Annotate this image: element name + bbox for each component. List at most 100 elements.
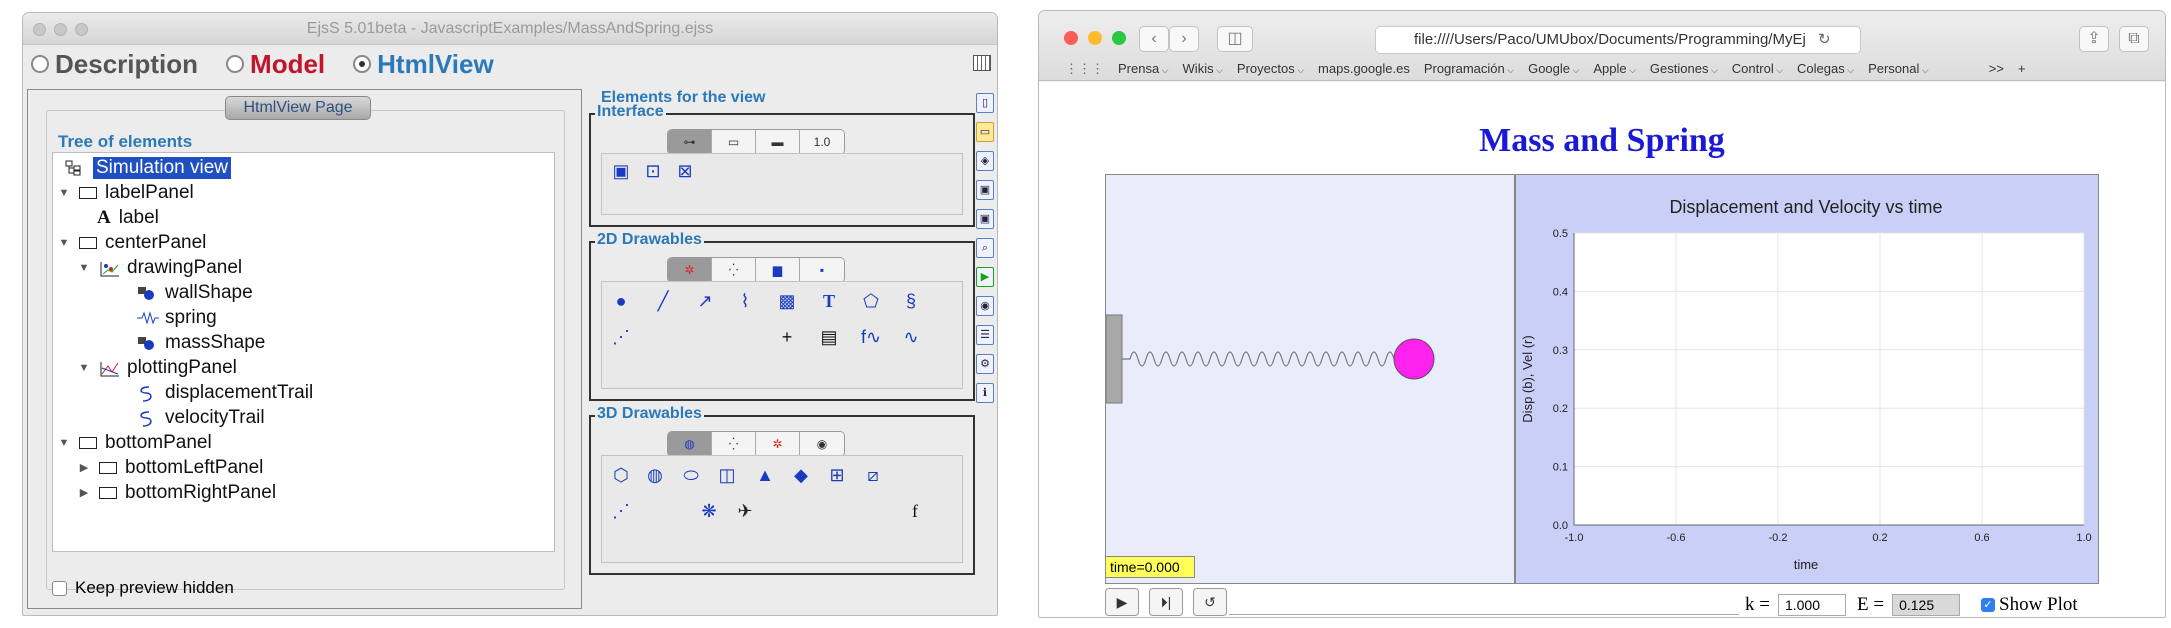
tree-item-bottomrightpanel[interactable]: ▶ bottomRightPanel xyxy=(53,480,554,505)
tree-item-label[interactable]: A label xyxy=(53,205,554,230)
play-button[interactable]: ▶ xyxy=(1105,588,1139,616)
particles-tab-icon[interactable]: ⁛ xyxy=(712,258,756,282)
share-icon[interactable]: ⇪ xyxy=(2079,26,2109,52)
image-tab-icon[interactable]: ▆ xyxy=(756,258,800,282)
cylinder-tool-icon[interactable]: ◫ xyxy=(714,464,740,486)
window-tab-icon[interactable]: ▭ xyxy=(712,130,756,154)
save-tab-icon[interactable]: ▪ xyxy=(800,258,844,282)
layers-icon[interactable]: ☰ xyxy=(976,325,994,345)
search-icon[interactable]: ⌕ xyxy=(976,238,994,258)
bookmark-item[interactable]: Google xyxy=(1528,61,1579,81)
bookmark-item[interactable]: Personal xyxy=(1868,61,1929,81)
zoom-window-button[interactable] xyxy=(1112,31,1126,45)
surface-tool-icon[interactable]: ⧄ xyxy=(860,464,886,486)
bookmark-item[interactable]: maps.google.es xyxy=(1318,61,1410,81)
new-tab-icon[interactable]: + xyxy=(2018,61,2026,81)
reset-button[interactable]: ↺ xyxy=(1193,588,1227,616)
sphere-tab-icon[interactable]: ◍ xyxy=(668,432,712,456)
new-file-icon[interactable]: ▯ xyxy=(976,93,994,113)
ellipsoid-tool-icon[interactable]: ⬭ xyxy=(678,464,704,486)
address-bar[interactable]: file:////Users/Paco/UMUbox/Documents/Pro… xyxy=(1375,26,1861,54)
run-icon[interactable]: ▶ xyxy=(976,267,994,287)
camera-tab-icon[interactable]: ◉ xyxy=(800,432,844,456)
mode-htmlview-radio[interactable]: HtmlView xyxy=(353,49,494,80)
tree-item-velocitytrail[interactable]: velocityTrail xyxy=(53,405,554,430)
trail-tool-icon[interactable]: § xyxy=(898,290,924,312)
number-field-tab-icon[interactable]: 1.0 xyxy=(800,130,844,154)
tabs-overview-icon[interactable]: ⧉ xyxy=(2119,26,2149,52)
back-button[interactable]: ‹ xyxy=(1139,26,1169,52)
mass-shape[interactable] xyxy=(1393,338,1435,380)
zoom-window-button[interactable] xyxy=(75,23,88,36)
function-tool-icon[interactable]: f∿ xyxy=(858,326,884,348)
expanded-triangle-icon[interactable]: ▼ xyxy=(77,362,91,374)
info-icon[interactable]: ℹ xyxy=(976,383,994,403)
image-tool-icon[interactable]: ▩ xyxy=(774,290,800,312)
scatter-tab-icon[interactable]: ✲ xyxy=(668,258,712,282)
reload-icon[interactable]: ↻ xyxy=(1818,31,1831,48)
minimize-window-button[interactable] xyxy=(1088,31,1102,45)
scatter3d-tab-icon[interactable]: ✲ xyxy=(756,432,800,456)
checkbox-box[interactable] xyxy=(52,580,67,596)
mode-description-radio[interactable]: Description xyxy=(31,49,198,80)
film-tool-icon[interactable]: ▤ xyxy=(816,326,842,348)
tree-item-simulation-view[interactable]: Simulation view xyxy=(53,155,554,180)
options-icon[interactable]: ⚙ xyxy=(976,354,994,374)
tree-item-plottingpanel[interactable]: ▼ plottingPanel xyxy=(53,355,554,380)
checkmark-icon[interactable]: ✓ xyxy=(1981,598,1995,612)
sphere-tool-icon[interactable]: ◍ xyxy=(642,464,668,486)
arrow-tool-icon[interactable]: ↗ xyxy=(692,290,718,312)
forward-button[interactable]: › xyxy=(1169,26,1199,52)
polygon-tool-icon[interactable]: ⬠ xyxy=(858,290,884,312)
save-icon[interactable]: ▣ xyxy=(976,180,994,200)
collapsed-triangle-icon[interactable]: ▶ xyxy=(77,486,91,499)
collapsed-triangle-icon[interactable]: ▶ xyxy=(77,461,91,474)
tree-item-wallshape[interactable]: wallShape xyxy=(53,280,554,305)
plane-model-tool-icon[interactable]: ✈ xyxy=(732,500,758,522)
mode-model-radio[interactable]: Model xyxy=(226,49,325,80)
globe-tool-icon[interactable]: ❋ xyxy=(696,500,722,522)
sidebar-toggle-icon[interactable]: ◫ xyxy=(1217,26,1253,52)
keyboard-icon[interactable] xyxy=(973,55,991,71)
tree-item-massshape[interactable]: massShape xyxy=(53,330,554,355)
plotting-panel-tool-icon[interactable]: ⊡ xyxy=(640,160,666,182)
tree-item-labelpanel[interactable]: ▼ labelPanel xyxy=(53,180,554,205)
expanded-triangle-icon[interactable]: ▼ xyxy=(57,237,71,249)
close-window-button[interactable] xyxy=(33,23,46,36)
tree-item-displacementtrail[interactable]: displacementTrail xyxy=(53,380,554,405)
cross-tool-icon[interactable]: + xyxy=(774,326,800,348)
graph-panel-tool-icon[interactable]: ⊠ xyxy=(672,160,698,182)
bookmark-item[interactable]: Programación xyxy=(1424,61,1514,81)
diamond-tool-icon[interactable]: ◆ xyxy=(788,464,814,486)
k-input[interactable]: 1.000 xyxy=(1777,594,1846,616)
close-window-button[interactable] xyxy=(1064,31,1078,45)
show-plot-checkbox[interactable]: ✓ Show Plot xyxy=(1981,594,2078,616)
step-button[interactable]: ⏵| xyxy=(1149,588,1183,616)
bookmark-item[interactable]: Colegas xyxy=(1797,61,1854,81)
curve-tool-icon[interactable]: ∿ xyxy=(898,326,924,348)
tree-item-centerpanel[interactable]: ▼ centerPanel xyxy=(53,230,554,255)
save-as-icon[interactable]: ▣ xyxy=(976,209,994,229)
bookmark-item[interactable]: Prensa xyxy=(1118,61,1169,81)
tree-item-bottomleftpanel[interactable]: ▶ bottomLeftPanel xyxy=(53,455,554,480)
tree-item-drawingpanel[interactable]: ▼ drawingPanel xyxy=(53,255,554,280)
cube-tool-icon[interactable]: ⬡ xyxy=(608,464,634,486)
bookmark-item[interactable]: Wikis xyxy=(1183,61,1223,81)
tree-tab-icon[interactable]: ⊶ xyxy=(668,130,712,154)
bar-tab-icon[interactable]: ▬ xyxy=(756,130,800,154)
plot3d-tool-icon[interactable]: ⋰ xyxy=(608,500,634,522)
browser-icon[interactable]: ◉ xyxy=(976,296,994,316)
expanded-triangle-icon[interactable]: ▼ xyxy=(77,262,91,274)
bookmark-item[interactable]: Gestiones xyxy=(1650,61,1718,81)
plane-tool-icon[interactable]: ⊞ xyxy=(824,464,850,486)
spring-tool-icon[interactable]: ⌇ xyxy=(732,290,758,312)
shape-tool-icon[interactable]: ● xyxy=(608,290,634,312)
particles3d-tab-icon[interactable]: ⁛ xyxy=(712,432,756,456)
open-folder-icon[interactable]: ▭ xyxy=(976,122,994,142)
drawing-panel[interactable] xyxy=(1105,174,1515,584)
surface-function-tool-icon[interactable]: f xyxy=(902,500,928,522)
tree-item-spring[interactable]: spring xyxy=(53,305,554,330)
bookmark-item[interactable]: Apple xyxy=(1593,61,1636,81)
open-examples-icon[interactable]: ◈ xyxy=(976,151,994,171)
htmlview-page-tab[interactable]: HtmlView Page xyxy=(225,96,371,120)
